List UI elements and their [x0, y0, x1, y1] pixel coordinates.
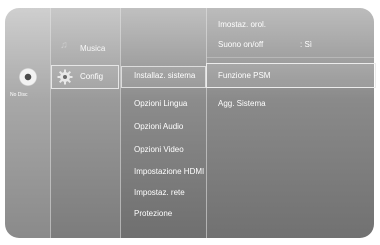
config-item-impostaz-rete[interactable]: Impostaz. rete: [134, 188, 185, 198]
config-item-opzioni-audio[interactable]: Opzioni Audio: [134, 122, 183, 132]
divider: [206, 57, 374, 58]
config-item-protezione[interactable]: Protezione: [134, 209, 172, 219]
setup-menu-screen: No Disc ♫ Musica Config Installaz. siste…: [0, 0, 380, 245]
system-item-agg-sistema[interactable]: Agg. Sistema: [218, 99, 266, 109]
disc-status-label: No Disc: [10, 92, 28, 98]
main-menu-label-config: Config: [80, 72, 104, 81]
disc-status-panel: [5, 8, 50, 238]
system-item-impostaz-orol[interactable]: Imostaz. orol.: [218, 20, 266, 30]
divider: [206, 8, 207, 238]
system-item-funzione-psm[interactable]: Funzione PSM: [218, 71, 270, 81]
gear-icon: [57, 69, 73, 85]
main-menu-item-musica[interactable]: Musica: [80, 44, 105, 54]
music-icon: ♫: [60, 40, 68, 51]
system-item-suono-value: : Sì: [300, 40, 313, 49]
config-item-opzioni-lingua[interactable]: Opzioni Lingua: [134, 99, 187, 109]
config-item-installaz-sistema[interactable]: Installaz. sistema: [134, 71, 195, 81]
config-item-opzioni-video[interactable]: Opzioni Video: [134, 145, 184, 155]
disc-icon: [19, 68, 37, 86]
divider: [120, 8, 121, 238]
divider: [50, 8, 51, 238]
system-item-suono-on-off[interactable]: Suono on/off: [218, 40, 263, 50]
config-item-impostazione-hdmi[interactable]: Impostazione HDMI: [134, 167, 204, 177]
